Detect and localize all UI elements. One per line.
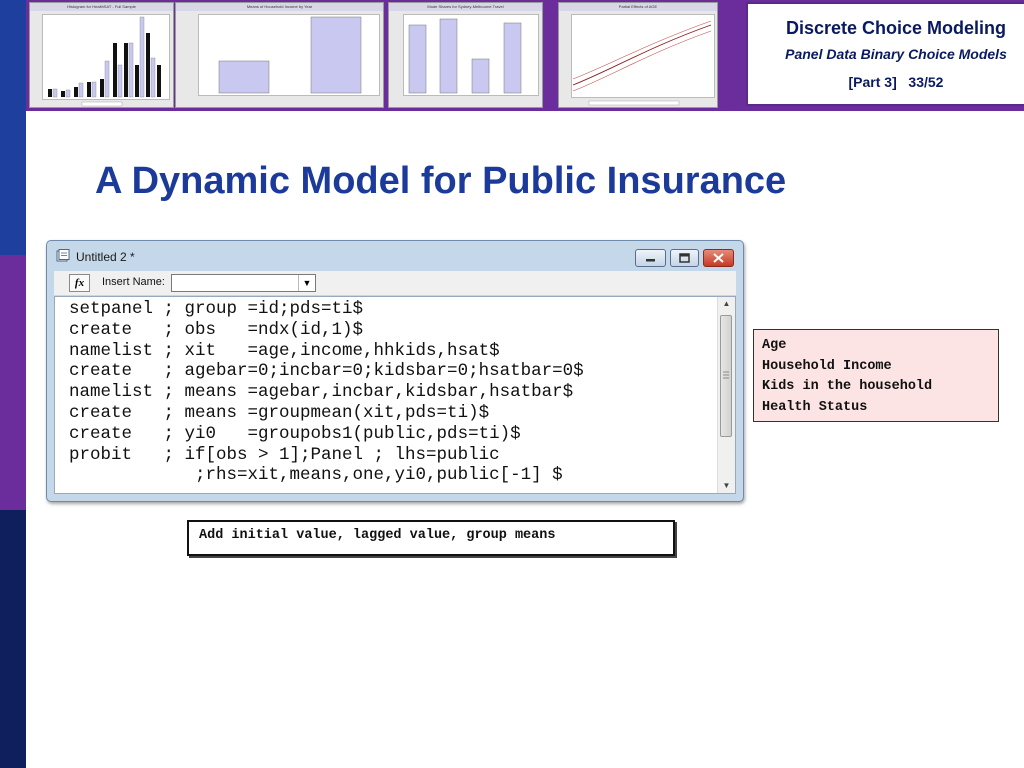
code-line: namelist ; means =agebar,incbar,kidsbar,… — [69, 382, 574, 403]
code-line: create ; obs =ndx(id,1)$ — [69, 319, 364, 340]
insert-name-dropdown[interactable]: ▼ — [171, 274, 316, 292]
document-icon — [56, 249, 70, 262]
left-bar-purple-segment — [0, 255, 26, 510]
minimize-icon — [646, 259, 655, 262]
code-line: create ; agebar=0;incbar=0;kidsbar=0;hsa… — [69, 361, 584, 382]
thumbnail-income-graphic — [218, 16, 362, 94]
grip-icon — [723, 371, 729, 379]
left-bar-blue-segment — [0, 0, 26, 255]
maximize-icon — [679, 253, 690, 263]
close-icon — [713, 253, 724, 263]
code-line: ;rhs=xit,means,one,yi0,public[-1] $ — [69, 465, 563, 486]
code-line: probit ; if[obs > 1];Panel ; lhs=public — [69, 444, 500, 465]
function-button[interactable]: fx — [69, 274, 90, 292]
thumbnail-histogram: Histogram for HealthSAT - Full Sample — [29, 2, 174, 108]
close-button[interactable] — [703, 249, 734, 267]
thumbnail-histogram-graphic — [48, 16, 161, 107]
thumbnail-income-bars: Means of Household Income by Year — [175, 2, 384, 108]
window-title: Untitled 2 * — [76, 250, 135, 264]
course-title-box: Discrete Choice Modeling Panel Data Bina… — [746, 2, 1024, 106]
note-line: Household Income — [762, 358, 892, 374]
window-titlebar[interactable]: Untitled 2 * — [47, 241, 743, 271]
variables-note: Age Household Income Kids in the househo… — [753, 329, 999, 422]
code-text[interactable]: setpanel ; group =id;pds=ti$ create ; ob… — [69, 299, 584, 486]
scrollbar-thumb[interactable] — [720, 315, 732, 437]
scroll-up-arrow-icon[interactable]: ▲ — [718, 297, 735, 311]
note-line: Health Status — [762, 399, 868, 415]
scroll-down-arrow-icon[interactable]: ▼ — [718, 479, 735, 493]
command-toolbar: fx Insert Name: ▼ — [54, 271, 736, 295]
code-line: namelist ; xit =age,income,hhkids,hsat$ — [69, 340, 500, 361]
maximize-button[interactable] — [670, 249, 699, 267]
thumbnail-partial-effects: Partial Effects of AGE — [558, 2, 718, 108]
code-line: create ; means =groupmean(xit,pds=ti)$ — [69, 402, 490, 423]
code-editor[interactable]: setpanel ; group =id;pds=ti$ create ; ob… — [54, 296, 736, 494]
insert-name-label: Insert Name: — [102, 276, 165, 288]
course-subtitle: Panel Data Binary Choice Models — [785, 46, 1007, 62]
thumbnail-effects-graphic — [572, 20, 712, 106]
left-bar-navy-segment — [0, 510, 26, 768]
code-line: setpanel ; group =id;pds=ti$ — [69, 299, 364, 319]
vertical-scrollbar[interactable]: ▲ ▼ — [717, 297, 735, 493]
page-label: 33/52 — [908, 74, 944, 90]
thumbnail-mode-graphic — [408, 18, 522, 94]
part-label: [Part 3] — [848, 74, 897, 90]
slide-title: A Dynamic Model for Public Insurance — [95, 160, 787, 202]
header-strip: Histogram for HealthSAT - Full Sample Me… — [26, 0, 1024, 111]
caption-note: Add initial value, lagged value, group m… — [187, 520, 675, 556]
note-line: Age — [762, 338, 787, 353]
left-color-bar — [0, 0, 26, 768]
course-title: Discrete Choice Modeling — [785, 18, 1007, 38]
note-line: Kids in the household — [762, 379, 933, 394]
code-line: create ; yi0 =groupobs1(public,pds=ti)$ — [69, 423, 521, 444]
chevron-down-icon[interactable]: ▼ — [298, 275, 315, 291]
minimize-button[interactable] — [635, 249, 666, 267]
editor-window: Untitled 2 * fx Insert Name: ▼ setpanel … — [46, 240, 744, 502]
thumbnail-mode-shares: Mode Shares for Sydney-Melbourne Travel — [388, 2, 543, 108]
part-page-indicator: [Part 3] 33/52 — [748, 74, 1024, 90]
